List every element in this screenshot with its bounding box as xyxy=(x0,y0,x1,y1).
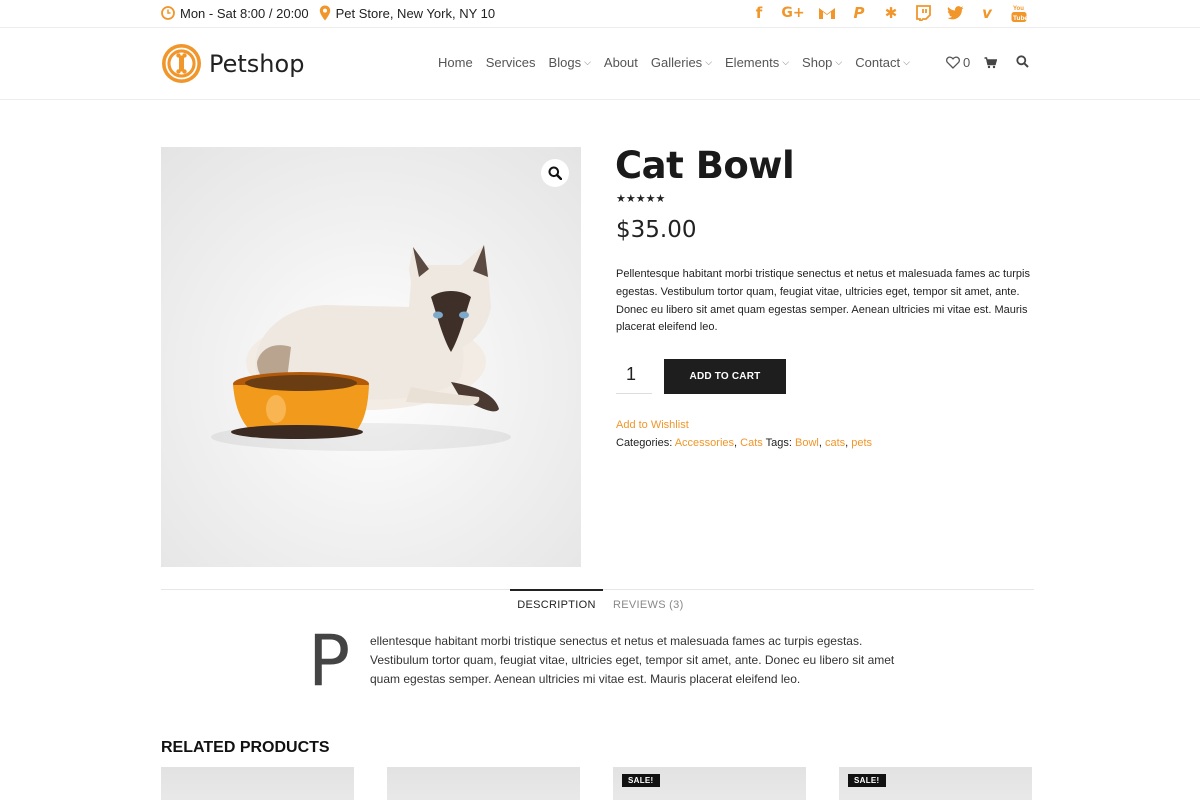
tag-link[interactable]: Bowl xyxy=(795,437,819,449)
tag-link[interactable]: pets xyxy=(851,437,872,449)
related-product-card[interactable]: SALE! xyxy=(613,767,806,800)
related-product-card[interactable] xyxy=(161,767,354,800)
twitch-icon[interactable] xyxy=(912,3,934,23)
header-actions: 0 xyxy=(946,55,1011,70)
wishlist-link[interactable]: 0 xyxy=(946,55,970,70)
youtube-icon[interactable]: You Tube xyxy=(1008,3,1030,23)
hours-text: Mon - Sat 8:00 / 20:00 xyxy=(180,5,309,21)
nav-item-about[interactable]: About xyxy=(604,55,638,70)
top-bar: Mon - Sat 8:00 / 20:00 Pet Store, New Yo… xyxy=(0,0,1200,28)
chevron-down-icon: ⌵ xyxy=(782,57,790,67)
twitter-icon[interactable] xyxy=(944,3,966,23)
map-pin-icon xyxy=(319,5,330,21)
add-to-wishlist-link[interactable]: Add to Wishlist xyxy=(616,419,689,431)
tab-reviews[interactable]: REVIEWS (3) xyxy=(613,591,684,611)
product-price: $35.00 xyxy=(616,217,697,243)
nav-item-elements[interactable]: Elements ⌵ xyxy=(725,55,789,70)
tags-label: Tags: xyxy=(765,437,792,449)
paw-logo-icon xyxy=(162,44,201,83)
tab-description[interactable]: DESCRIPTION xyxy=(510,589,603,619)
related-product-card[interactable] xyxy=(387,767,580,800)
slack-icon[interactable]: ✱ xyxy=(880,3,902,23)
dropcap-letter: P xyxy=(308,620,351,702)
product-title: Cat Bowl xyxy=(615,144,795,187)
nav-item-home[interactable]: Home xyxy=(438,55,473,70)
chevron-down-icon: ⌵ xyxy=(584,57,591,67)
brand-name: Petshop xyxy=(209,49,305,78)
heart-icon xyxy=(946,56,960,69)
svg-text:You: You xyxy=(1013,6,1024,12)
cat-with-bowl-illustration xyxy=(211,245,511,451)
svg-text:Tube: Tube xyxy=(1013,15,1027,22)
product-image[interactable] xyxy=(161,147,581,567)
nav-item-shop[interactable]: Shop ⌵ xyxy=(802,55,842,70)
related-product-card[interactable]: SALE! xyxy=(839,767,1032,800)
sale-badge: SALE! xyxy=(622,774,660,787)
sale-badge: SALE! xyxy=(848,774,886,787)
category-link[interactable]: Accessories xyxy=(675,437,734,449)
logo[interactable]: Petshop xyxy=(161,43,304,84)
quantity-input[interactable]: 1 xyxy=(616,358,652,394)
location-text: Pet Store, New York, NY 10 xyxy=(335,5,496,21)
clock-icon xyxy=(161,6,175,20)
wishlist-count: 0 xyxy=(963,55,971,70)
chevron-down-icon: ⌵ xyxy=(705,57,713,67)
rating-stars[interactable]: ★★★★★ xyxy=(616,192,665,205)
nav-item-contact[interactable]: Contact ⌵ xyxy=(855,55,910,70)
social-links: f G+ P ✱ v You Tube xyxy=(738,3,1030,23)
chevron-down-icon: ⌵ xyxy=(835,57,843,67)
tag-link[interactable]: cats xyxy=(825,437,845,449)
paypal-icon[interactable]: P xyxy=(848,3,870,23)
gmail-icon[interactable] xyxy=(816,3,838,23)
add-to-cart-button[interactable]: ADD TO CART xyxy=(664,359,786,394)
cart-icon xyxy=(984,56,998,68)
location-item: Pet Store, New York, NY 10 xyxy=(319,5,495,21)
facebook-icon[interactable]: f xyxy=(748,3,770,23)
product-meta: Categories: Accessories, Cats Tags: Bowl… xyxy=(616,437,873,449)
nav-item-galleries[interactable]: Galleries ⌵ xyxy=(651,55,712,70)
category-link[interactable]: Cats xyxy=(740,437,763,449)
categories-label: Categories: xyxy=(616,437,673,449)
main-nav: Home Services Blogs ⌵ About Galleries ⌵ El… xyxy=(438,55,923,70)
google-plus-icon[interactable]: G+ xyxy=(780,3,806,23)
nav-item-blogs[interactable]: Blogs ⌵ xyxy=(549,55,591,70)
main-header: Petshop Home Services Blogs ⌵ About Galle… xyxy=(0,28,1200,100)
related-products-title: RELATED PRODUCTS xyxy=(161,739,330,756)
contact-info: Mon - Sat 8:00 / 20:00 Pet Store, New Yo… xyxy=(161,5,505,21)
long-description: ellentesque habitant morbi tristique sen… xyxy=(370,634,895,686)
search-icon[interactable] xyxy=(1016,55,1029,73)
short-description: Pellentesque habitant morbi tristique se… xyxy=(616,268,1030,334)
vimeo-icon[interactable]: v xyxy=(976,3,998,23)
nav-item-services[interactable]: Services xyxy=(486,55,536,70)
hours-item: Mon - Sat 8:00 / 20:00 xyxy=(161,6,309,21)
chevron-down-icon: ⌵ xyxy=(903,57,910,67)
cart-link[interactable] xyxy=(984,56,998,69)
